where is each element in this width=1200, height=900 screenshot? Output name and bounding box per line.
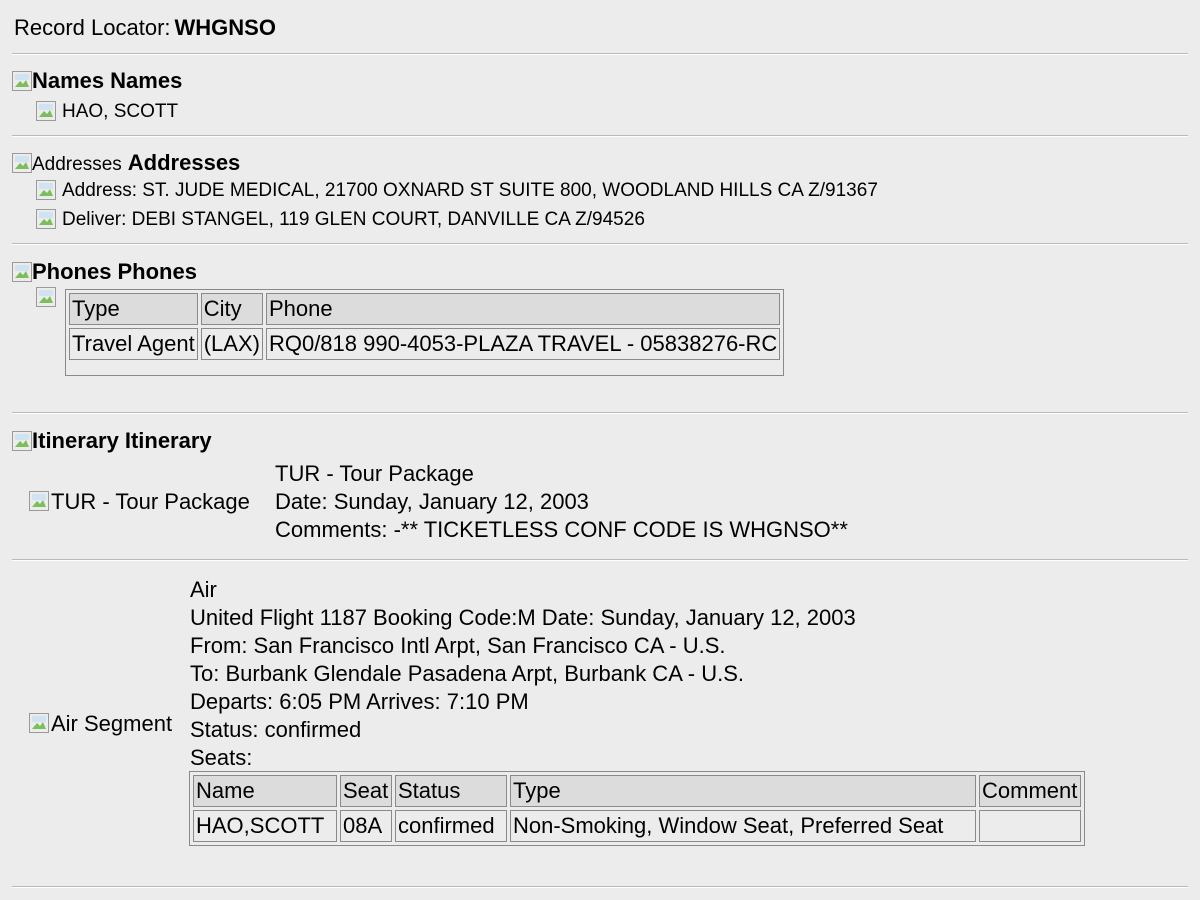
phone-type-cell: Travel Agent [69,328,198,360]
list-item: Deliver: DEBI STANGEL, 119 GLEN COURT, D… [36,209,645,231]
column-header-phone: Phone [265,293,781,325]
broken-image-icon [12,431,32,451]
list-item: HAO, SCOTT [36,101,178,123]
broken-image-icon [36,209,56,229]
broken-image-icon [12,262,32,282]
tour-package-image: TUR - Tour Package [29,489,250,515]
addresses-image-alt: Addresses [32,154,122,175]
phone-city-cell: (LAX) [200,328,263,360]
broken-image-icon [12,71,32,91]
name-entry: HAO, SCOTT [62,101,179,122]
seat-passenger-cell: HAO,SCOTT [193,810,337,842]
broken-image-icon [36,287,56,307]
section-title-addresses: Addresses [127,150,241,175]
divider [12,53,1188,55]
list-item: Address: ST. JUDE MEDICAL, 21700 OXNARD … [36,180,878,202]
table-header-row: Type City Phone [69,293,781,325]
divider [12,412,1188,414]
section-header-itinerary: Itinerary Itinerary [12,428,212,454]
air-segment-image-alt: Air Segment [51,711,173,736]
section-header-phones: Phones Phones [12,259,197,285]
seat-status-cell: confirmed [395,810,507,842]
flight-to-line: To: Burbank Glendale Pasadena Arpt, Burb… [190,661,744,686]
broken-image-icon [36,101,56,121]
divider [12,135,1188,137]
column-header-status: Status [395,775,507,807]
column-header-type: Type [510,775,976,807]
broken-image-icon [12,153,32,173]
seats-label: Seats: [190,745,253,770]
air-segment-details: Air United Flight 1187 Booking Code:M Da… [190,576,856,772]
broken-image-icon [36,180,56,200]
table-row: Travel Agent (LAX) RQ0/818 990-4053-PLAZ… [69,328,781,360]
section-title-itinerary: Itinerary [124,428,212,453]
section-title-phones: Phones [117,259,197,284]
delivery-address-entry: Deliver: DEBI STANGEL, 119 GLEN COURT, D… [62,209,645,230]
broken-image-icon [29,713,49,733]
flight-status-line: Status: confirmed [190,717,362,742]
phone-number-cell: RQ0/818 990-4053-PLAZA TRAVEL - 05838276… [265,328,781,360]
segment-comments-line: Comments: -** TICKETLESS CONF CODE IS WH… [275,517,848,542]
record-locator-label: Record Locator: [14,15,171,40]
divider [12,559,1188,561]
address-entry: Address: ST. JUDE MEDICAL, 21700 OXNARD … [62,180,878,201]
divider [12,886,1188,888]
record-locator: Record Locator: WHGNSO [14,15,276,41]
seat-comment-cell [979,810,1081,842]
itinerary-image-alt: Itinerary [32,428,119,453]
flight-from-line: From: San Francisco Intl Arpt, San Franc… [190,633,726,658]
phones-table: Type City Phone Travel Agent (LAX) RQ0/8… [66,290,783,363]
seats-block: Name Seat Status Type Comment HAO,SCOTT … [189,771,1085,846]
names-image-alt: Names [32,68,105,93]
tour-package-details: TUR - Tour Package Date: Sunday, January… [275,460,848,544]
column-header-comment: Comment [979,775,1081,807]
segment-type-line: TUR - Tour Package [275,461,474,486]
record-locator-value: WHGNSO [174,15,276,40]
divider [12,243,1188,245]
column-header-name: Name [193,775,337,807]
section-header-names: Names Names [12,68,182,94]
segment-date-line: Date: Sunday, January 12, 2003 [275,489,589,514]
flight-times-line: Departs: 6:05 PM Arrives: 7:10 PM [190,689,529,714]
seat-type-cell: Non-Smoking, Window Seat, Preferred Seat [510,810,976,842]
table-row: HAO,SCOTT 08A confirmed Non-Smoking, Win… [193,810,1081,842]
column-header-city: City [200,293,263,325]
air-segment-image: Air Segment [29,711,172,737]
phones-image-alt: Phones [32,259,112,284]
broken-image-icon [29,491,49,511]
column-header-type: Type [69,293,198,325]
seats-table: Name Seat Status Type Comment HAO,SCOTT … [189,771,1085,846]
tour-package-image-alt: TUR - Tour Package [51,489,250,514]
section-header-addresses: Addresses Addresses [12,150,240,178]
flight-info-line: United Flight 1187 Booking Code:M Date: … [190,605,856,630]
phones-table-frame: Type City Phone Travel Agent (LAX) RQ0/8… [65,289,785,376]
segment-type-line: Air [190,577,217,602]
seat-number-cell: 08A [340,810,392,842]
column-header-seat: Seat [340,775,392,807]
table-header-row: Name Seat Status Type Comment [193,775,1081,807]
section-title-names: Names [110,68,183,93]
